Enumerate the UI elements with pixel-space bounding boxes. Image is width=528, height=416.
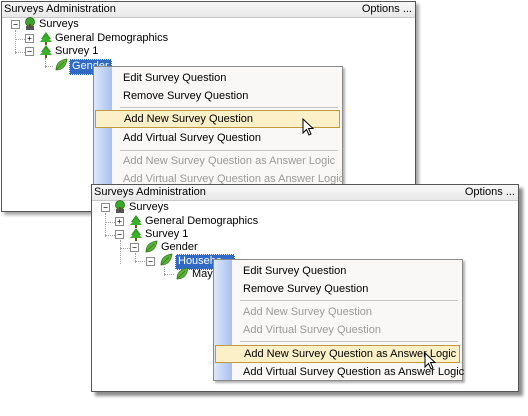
leaf-icon: [144, 240, 158, 254]
menu-separator: [120, 107, 338, 108]
arrow-cursor-icon: [424, 351, 438, 372]
green-tree-icon: [39, 31, 53, 45]
tree-line: [15, 30, 16, 54]
tree-line: [105, 235, 115, 236]
collapse-toggle[interactable]: −: [130, 243, 139, 252]
survey-tree-icon: [113, 200, 127, 214]
leaf-icon: [54, 58, 68, 72]
panel-title: Surveys Administration: [4, 3, 116, 15]
collapse-toggle[interactable]: −: [101, 203, 110, 212]
arrow-cursor-icon: [302, 117, 316, 138]
green-tree-icon: [39, 44, 53, 58]
tree-line: [164, 274, 174, 275]
survey-tree-icon: [23, 17, 37, 31]
tree-line: [120, 248, 130, 249]
options-menu-link[interactable]: Options ...: [362, 2, 412, 17]
expand-toggle[interactable]: +: [25, 34, 34, 43]
menu-item-edit-survey-question[interactable]: Edit Survey Question: [113, 69, 340, 87]
tree-line: [15, 52, 25, 53]
collapse-toggle[interactable]: −: [115, 230, 124, 239]
menu-item-add-new-as-answer-logic[interactable]: Add New Survey Question as Answer Logic: [113, 152, 340, 170]
menu-item-add-virtual-survey-question[interactable]: Add Virtual Survey Question: [233, 321, 460, 339]
menu-separator: [120, 150, 338, 151]
tree-line: [15, 39, 25, 40]
panel-title: Surveys Administration: [94, 186, 206, 198]
green-tree-icon: [129, 214, 143, 228]
leaf-icon: [159, 253, 173, 267]
options-menu-link[interactable]: Options ...: [465, 185, 515, 200]
tree-line: [120, 240, 121, 264]
tree-line: [105, 222, 115, 223]
menu-item-remove-survey-question[interactable]: Remove Survey Question: [113, 87, 340, 105]
surveys-admin-panel-back: Surveys Administration Options ... − Sur…: [1, 1, 416, 212]
collapse-toggle[interactable]: −: [146, 257, 155, 266]
surveys-admin-panel-front: Surveys Administration Options ... − Sur…: [91, 184, 519, 392]
leaf-icon: [175, 267, 189, 281]
expand-toggle[interactable]: +: [115, 217, 124, 226]
tree-line: [105, 213, 106, 237]
tree-line: [45, 66, 53, 67]
green-tree-icon: [129, 227, 143, 241]
collapse-toggle[interactable]: −: [25, 47, 34, 56]
tree-node-may[interactable]: May: [192, 266, 213, 282]
menu-separator: [240, 341, 458, 342]
menu-separator: [240, 300, 458, 301]
menu-item-edit-survey-question[interactable]: Edit Survey Question: [233, 262, 460, 280]
tree-node-survey-1[interactable]: Survey 1: [55, 43, 98, 59]
collapse-toggle[interactable]: −: [11, 20, 20, 29]
menu-item-add-new-survey-question[interactable]: Add New Survey Question: [233, 303, 460, 321]
menu-item-remove-survey-question[interactable]: Remove Survey Question: [233, 280, 460, 298]
